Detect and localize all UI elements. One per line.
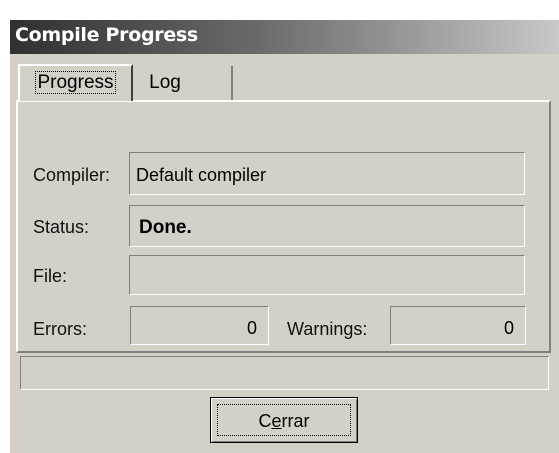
file-field: [129, 255, 525, 295]
window-title: Compile Progress: [15, 24, 198, 46]
status-label: Status:: [33, 217, 90, 237]
tab-progress-label: Progress: [35, 71, 116, 94]
compiler-field: Default compiler: [129, 152, 525, 195]
title-bar[interactable]: Compile Progress: [10, 20, 559, 54]
warnings-label: Warnings:: [287, 319, 368, 339]
close-button-label: Cerrar: [217, 404, 351, 436]
errors-label: Errors:: [33, 319, 87, 339]
compile-progress-dialog: Compile Progress Progress Log Compiler: …: [10, 20, 559, 453]
status-field: Done.: [129, 205, 525, 247]
tab-progress[interactable]: Progress: [18, 64, 133, 101]
compiler-label: Compiler:: [33, 165, 111, 185]
file-label: File:: [33, 266, 68, 286]
progress-panel: Compiler: Default compiler Status: Done.…: [16, 100, 551, 353]
tab-log[interactable]: Log: [135, 66, 233, 101]
status-bar: [20, 356, 549, 390]
errors-field: 0: [130, 306, 269, 345]
close-button[interactable]: Cerrar: [210, 397, 358, 443]
warnings-field: 0: [390, 306, 526, 345]
tab-log-label: Log: [149, 72, 181, 93]
